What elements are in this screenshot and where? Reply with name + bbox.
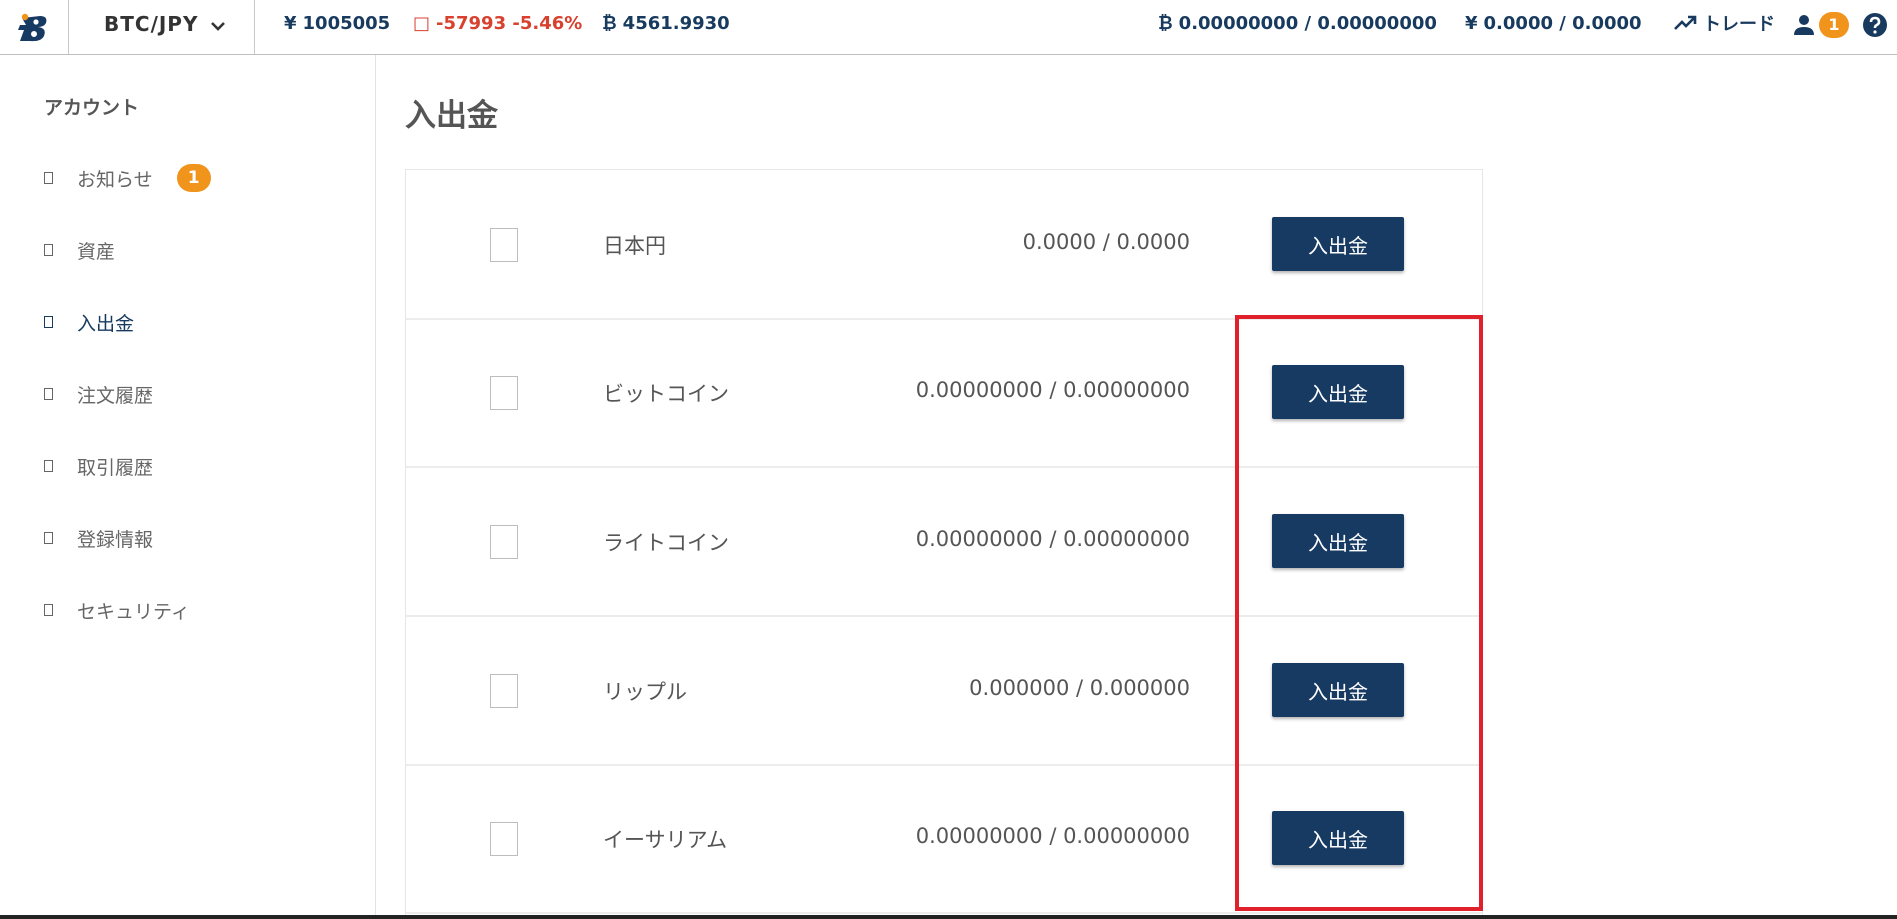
- box-icon: [44, 460, 53, 472]
- jpy-balance: ¥0.0000 / 0.0000: [1465, 13, 1642, 34]
- sidebar-item-notifications[interactable]: お知らせ 1: [44, 163, 211, 193]
- currency-name: イーサリアム: [603, 828, 728, 852]
- bottom-edge: [0, 915, 1897, 919]
- yen-icon: ¥: [1465, 13, 1478, 34]
- sidebar-item-label: 注文履歴: [77, 384, 154, 407]
- sidebar-item-label: セキュリティ: [77, 600, 190, 623]
- box-icon: [44, 316, 53, 328]
- currency-row-eth: イーサリアム 0.00000000 / 0.00000000 入出金: [406, 764, 1482, 914]
- notification-badge: 1: [1819, 12, 1849, 38]
- currency-name: 日本円: [603, 234, 666, 258]
- sidebar-item-assets[interactable]: 資産: [44, 235, 115, 265]
- pair-label: BTC/JPY: [104, 12, 199, 36]
- page-title: 入出金: [405, 98, 498, 134]
- chevron-down-icon: [211, 22, 226, 31]
- currency-row-ltc: ライトコイン 0.00000000 / 0.00000000 入出金: [406, 467, 1482, 617]
- currency-row-jpy: 日本円 0.0000 / 0.0000 入出金: [406, 170, 1482, 320]
- jpy-balance-value: 0.0000 / 0.0000: [1483, 13, 1642, 34]
- sidebar-item-registration-info[interactable]: 登録情報: [44, 523, 153, 553]
- currency-checkbox[interactable]: [490, 228, 518, 262]
- deposit-withdraw-button[interactable]: 入出金: [1272, 514, 1404, 568]
- box-icon: [44, 604, 53, 616]
- help-icon[interactable]: [1862, 12, 1888, 42]
- price-change: □ -57993 -5.46%: [413, 13, 582, 34]
- trade-link[interactable]: トレード: [1673, 10, 1775, 36]
- currency-name: ライトコイン: [603, 531, 729, 555]
- currency-balance: 0.00000000 / 0.00000000: [915, 527, 1190, 551]
- sidebar-item-security[interactable]: セキュリティ: [44, 595, 190, 625]
- pair-selector[interactable]: BTC/JPY: [104, 12, 226, 36]
- volume: ₿ 4561.9930: [602, 13, 730, 34]
- currency-name: ビットコイン: [603, 382, 729, 406]
- currency-checkbox[interactable]: [490, 674, 518, 708]
- sidebar-item-label: 登録情報: [77, 528, 154, 551]
- btc-balance: ₿ 0.00000000 / 0.00000000: [1158, 13, 1437, 34]
- box-icon: [44, 388, 53, 400]
- sidebar-item-label: 取引履歴: [77, 456, 154, 479]
- trade-label: トレード: [1703, 14, 1775, 35]
- deposit-withdraw-button[interactable]: 入出金: [1272, 365, 1404, 419]
- currency-checkbox[interactable]: [490, 822, 518, 856]
- sidebar-item-label: 入出金: [77, 312, 135, 335]
- last-price: ¥1005005: [284, 13, 390, 34]
- sidebar: アカウント お知らせ 1 資産 入出金 注文履歴 取引履歴 登録情報 セキュリテ…: [0, 55, 376, 919]
- sidebar-item-label: お知らせ: [77, 168, 153, 191]
- sidebar-item-order-history[interactable]: 注文履歴: [44, 379, 153, 409]
- currency-balance: 0.0000 / 0.0000: [1022, 230, 1190, 254]
- currency-checkbox[interactable]: [490, 525, 518, 559]
- trending-up-icon: [1674, 15, 1697, 30]
- sidebar-item-trade-history[interactable]: 取引履歴: [44, 451, 153, 481]
- currency-balance: 0.000000 / 0.000000: [969, 676, 1190, 700]
- sidebar-title: アカウント: [44, 97, 140, 119]
- box-icon: [44, 532, 53, 544]
- user-icon: [1794, 15, 1814, 35]
- top-header: BTC/JPY ¥1005005 □ -57993 -5.46% ₿ 4561.99…: [0, 0, 1897, 55]
- btc-balance-value: 0.00000000 / 0.00000000: [1178, 13, 1437, 34]
- currency-row-xrp: リップル 0.000000 / 0.000000 入出金: [406, 616, 1482, 766]
- bitcoin-icon: ₿: [602, 13, 617, 34]
- currency-balance: 0.00000000 / 0.00000000: [915, 378, 1190, 402]
- user-menu[interactable]: 1: [1793, 12, 1849, 38]
- currency-checkbox[interactable]: [490, 376, 518, 410]
- logo-icon[interactable]: [14, 8, 54, 46]
- header-divider: [68, 0, 69, 54]
- currency-row-btc: ビットコイン 0.00000000 / 0.00000000 入出金: [406, 318, 1482, 468]
- currency-list: 日本円 0.0000 / 0.0000 入出金 ビットコイン 0.0000000…: [405, 169, 1483, 919]
- bitcoin-icon: ₿: [1158, 13, 1173, 34]
- header-divider: [254, 0, 255, 54]
- volume-value: 4561.9930: [622, 13, 730, 34]
- notification-badge: 1: [176, 164, 211, 192]
- box-icon: [44, 244, 53, 256]
- price-change-value: -57993 -5.46%: [436, 13, 583, 34]
- yen-icon: ¥: [284, 13, 297, 34]
- sidebar-item-label: 資産: [77, 240, 116, 263]
- change-icon: □: [413, 13, 431, 34]
- last-price-value: 1005005: [302, 13, 391, 34]
- deposit-withdraw-button[interactable]: 入出金: [1272, 217, 1404, 271]
- currency-name: リップル: [603, 680, 687, 704]
- deposit-withdraw-button[interactable]: 入出金: [1272, 811, 1404, 865]
- deposit-withdraw-button[interactable]: 入出金: [1272, 663, 1404, 717]
- box-icon: [44, 172, 53, 184]
- sidebar-item-deposit-withdraw[interactable]: 入出金: [44, 307, 134, 337]
- currency-balance: 0.00000000 / 0.00000000: [915, 824, 1190, 848]
